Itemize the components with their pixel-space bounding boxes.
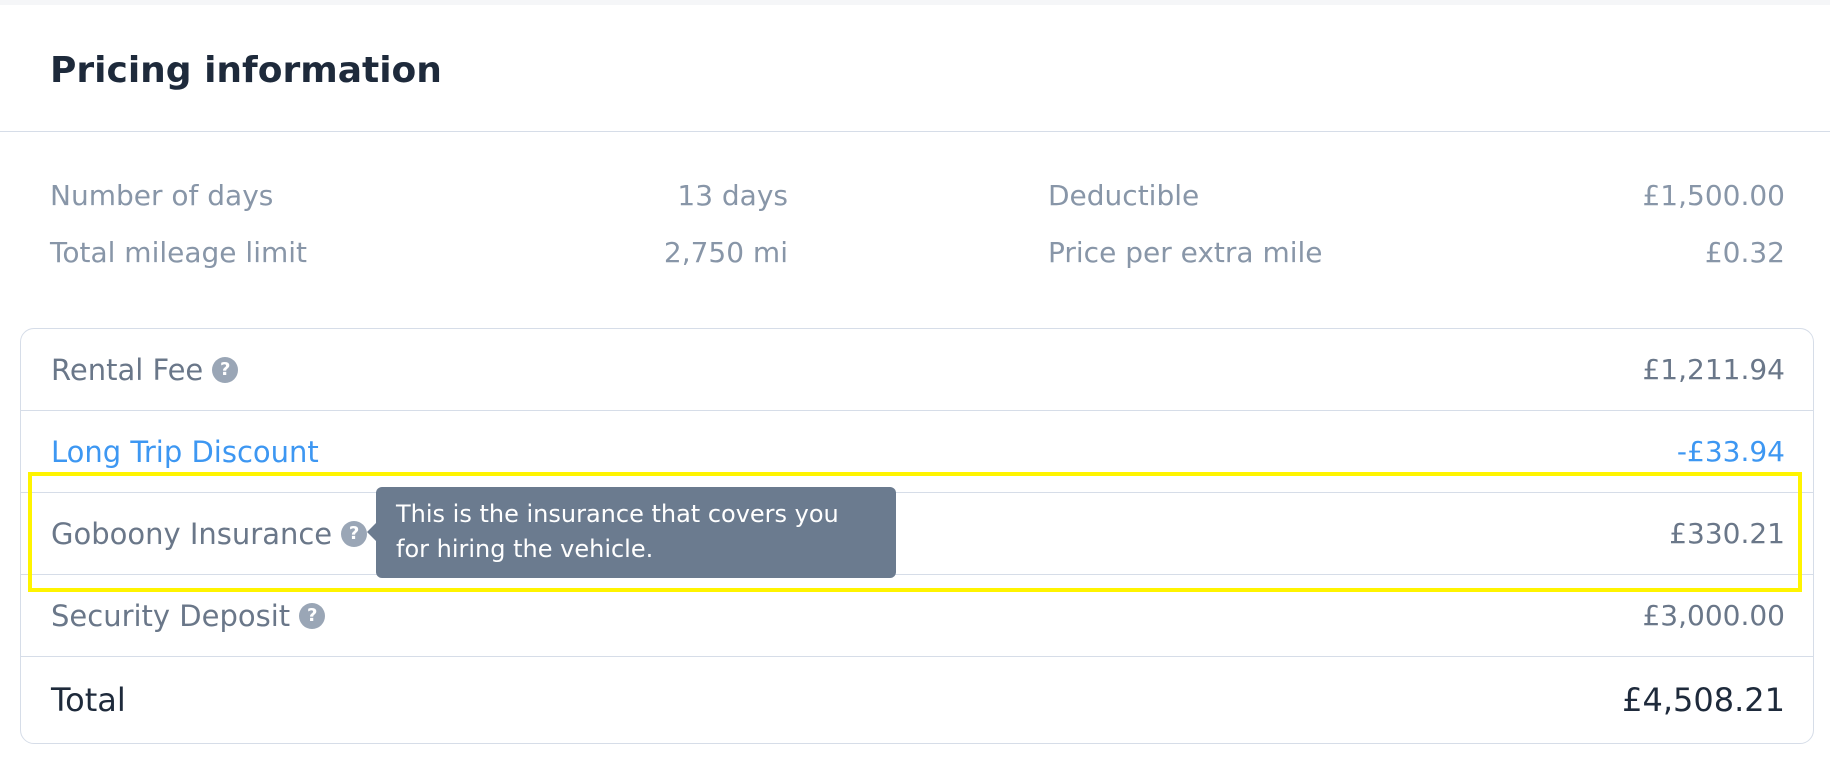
- extra-mile-label: Price per extra mile: [1048, 236, 1323, 269]
- help-icon[interactable]: ?: [299, 603, 326, 629]
- total-label: Total: [51, 681, 126, 719]
- deposit-amount: £3,000.00: [1642, 599, 1785, 632]
- rental-fee-label: Rental Fee: [51, 353, 204, 387]
- deposit-label: Security Deposit: [51, 599, 291, 633]
- total-amount: £4,508.21: [1622, 681, 1785, 719]
- total-row: Total £4,508.21: [21, 657, 1813, 743]
- days-value: 13 days: [677, 179, 788, 212]
- price-breakdown-card: Rental Fee ? £1,211.94 Long Trip Discoun…: [20, 328, 1814, 744]
- insurance-tooltip: This is the insurance that covers you fo…: [367, 487, 896, 578]
- discount-label: Long Trip Discount: [51, 435, 319, 469]
- deposit-label-group: Security Deposit ?: [51, 598, 326, 634]
- deposit-row: Security Deposit ? £3,000.00: [21, 575, 1813, 657]
- deductible-value: £1,500.00: [1642, 179, 1785, 212]
- extra-mile-value: £0.32: [1704, 236, 1785, 269]
- rental-fee-row: Rental Fee ? £1,211.94: [21, 329, 1813, 411]
- days-label: Number of days: [50, 179, 274, 212]
- rental-fee-amount: £1,211.94: [1642, 353, 1785, 386]
- insurance-amount: £330.21: [1669, 517, 1785, 550]
- insurance-label: Goboony Insurance: [51, 517, 333, 551]
- mileage-label: Total mileage limit: [50, 236, 308, 269]
- insurance-label-group: Goboony Insurance ?: [51, 516, 368, 552]
- help-icon[interactable]: ?: [341, 521, 368, 547]
- mileage-value: 2,750 mi: [663, 236, 788, 269]
- insurance-row: Goboony Insurance ? £330.21: [21, 493, 1813, 575]
- help-icon[interactable]: ?: [212, 357, 239, 383]
- pricing-header: Pricing information: [0, 5, 1830, 132]
- deductible-label: Deductible: [1048, 179, 1200, 212]
- page-title: Pricing information: [50, 50, 442, 91]
- discount-row: Long Trip Discount -£33.94: [21, 411, 1813, 493]
- discount-amount: -£33.94: [1676, 435, 1785, 468]
- rental-fee-label-group: Rental Fee ?: [51, 352, 239, 388]
